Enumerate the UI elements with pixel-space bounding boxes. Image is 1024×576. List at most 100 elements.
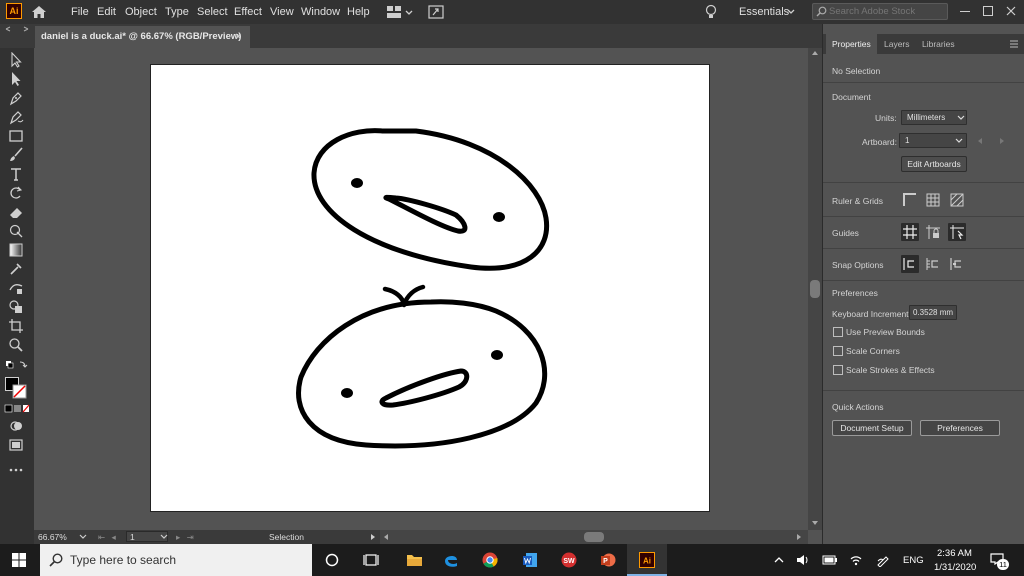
menu-help[interactable]: Help xyxy=(347,4,370,20)
search-input[interactable] xyxy=(829,4,945,19)
home-icon[interactable] xyxy=(31,5,47,19)
smart-guides-icon[interactable] xyxy=(948,223,966,241)
tab-layers[interactable]: Layers xyxy=(878,34,916,54)
show-guides-icon[interactable] xyxy=(901,223,919,241)
rotate-tool-icon[interactable] xyxy=(8,185,24,201)
clock-time[interactable]: 2:36 AM xyxy=(937,548,972,559)
rulers-icon[interactable] xyxy=(901,191,919,209)
scroll-left-icon[interactable] xyxy=(383,533,389,541)
scroll-up-icon[interactable] xyxy=(811,50,819,56)
menu-view[interactable]: View xyxy=(270,4,294,20)
menu-effect[interactable]: Effect xyxy=(234,4,262,20)
artboard-nav-prev[interactable]: ⇤ ◂ xyxy=(98,532,118,543)
powerpoint-app[interactable]: P xyxy=(588,544,628,576)
grid-icon[interactable] xyxy=(924,191,942,209)
lock-guides-icon[interactable] xyxy=(924,223,942,241)
volume-icon[interactable] xyxy=(796,553,810,567)
zoom-level[interactable]: 66.67% xyxy=(38,532,67,542)
puppet-warp-tool-icon[interactable] xyxy=(8,223,24,239)
horizontal-scroll-thumb[interactable] xyxy=(584,532,604,542)
artboard-tool-icon[interactable] xyxy=(8,318,24,334)
chevron-down-icon[interactable] xyxy=(787,9,795,15)
tab-properties[interactable]: Properties xyxy=(826,34,877,54)
document-setup-button[interactable]: Document Setup xyxy=(832,420,912,436)
maximize-button[interactable] xyxy=(983,6,993,16)
artboard[interactable] xyxy=(150,64,710,512)
keyboard-increment-field[interactable]: 0.3528 mm xyxy=(909,305,957,320)
zoom-dropdown-icon[interactable] xyxy=(79,534,87,540)
pen-workspace-icon[interactable] xyxy=(876,553,890,567)
paintbrush-tool-icon[interactable] xyxy=(8,147,24,163)
sw-app[interactable]: SW xyxy=(549,544,589,576)
edit-artboards-button[interactable]: Edit Artboards xyxy=(901,156,967,172)
workspace-switcher[interactable]: Essentials xyxy=(739,4,789,20)
clock-date[interactable]: 1/31/2020 xyxy=(934,562,976,573)
artboard-select[interactable]: 1 xyxy=(899,133,967,148)
default-colors-swap-icon[interactable] xyxy=(5,360,29,372)
panel-collapse-icon[interactable] xyxy=(4,26,30,32)
scroll-right-icon[interactable] xyxy=(796,533,802,541)
artboard-nav-next[interactable]: ▸ ⇥ xyxy=(176,532,196,543)
duck-drawing[interactable] xyxy=(151,65,711,513)
use-preview-bounds-checkbox[interactable] xyxy=(833,327,843,337)
panel-menu-icon[interactable] xyxy=(1009,40,1019,48)
chrome-browser-app[interactable] xyxy=(470,544,510,576)
artboard-dropdown-icon[interactable] xyxy=(160,534,168,540)
action-center-button[interactable]: 11 xyxy=(988,550,1010,570)
menu-window[interactable]: Window xyxy=(301,4,340,20)
menu-type[interactable]: Type xyxy=(165,4,189,20)
snap-to-point-icon[interactable] xyxy=(901,255,919,273)
edge-browser-app[interactable] xyxy=(431,544,471,576)
adobe-stock-search[interactable] xyxy=(812,3,948,20)
blend-tool-icon[interactable] xyxy=(8,280,24,296)
menu-file[interactable]: File xyxy=(71,4,89,20)
color-mode-icons[interactable] xyxy=(4,404,30,414)
selection-tool-icon[interactable] xyxy=(8,52,24,68)
artboard-arrows-icon[interactable] xyxy=(976,137,1006,145)
illustrator-app[interactable]: Ai xyxy=(627,544,667,576)
file-explorer-app[interactable] xyxy=(394,544,434,576)
snap-to-pixel-icon[interactable] xyxy=(948,255,966,273)
eyedropper-tool-icon[interactable] xyxy=(8,261,24,277)
draw-mode-icon[interactable] xyxy=(8,418,24,434)
rectangle-tool-icon[interactable] xyxy=(8,128,24,144)
discover-lightbulb-icon[interactable] xyxy=(705,4,717,20)
shape-builder-tool-icon[interactable] xyxy=(8,299,24,315)
cortana-icon[interactable] xyxy=(325,553,339,567)
menu-select[interactable]: Select xyxy=(197,4,228,20)
scroll-down-icon[interactable] xyxy=(811,520,819,526)
close-tab-icon[interactable]: × xyxy=(235,26,241,48)
eraser-tool-icon[interactable] xyxy=(8,204,24,220)
tab-libraries[interactable]: Libraries xyxy=(916,34,961,54)
stroke-color-swatch[interactable] xyxy=(12,384,27,399)
gpu-performance-icon[interactable] xyxy=(428,5,444,19)
document-tab[interactable]: daniel is a duck.ai* @ 66.67% (RGB/Previ… xyxy=(35,26,250,48)
word-app[interactable] xyxy=(510,544,550,576)
screen-mode-icon[interactable] xyxy=(8,437,24,453)
scale-corners-checkbox[interactable] xyxy=(833,346,843,356)
wifi-icon[interactable] xyxy=(849,553,863,567)
menu-object[interactable]: Object xyxy=(125,4,157,20)
input-language[interactable]: ENG xyxy=(903,555,924,566)
battery-icon[interactable] xyxy=(822,554,838,566)
pen-tool-icon[interactable] xyxy=(8,90,24,106)
vertical-scroll-thumb[interactable] xyxy=(810,280,820,298)
scale-strokes-effects-checkbox[interactable] xyxy=(833,365,843,375)
units-select[interactable]: Millimeters xyxy=(901,110,967,125)
menu-edit[interactable]: Edit xyxy=(97,4,116,20)
arrange-documents-icon[interactable] xyxy=(386,5,414,19)
show-hidden-icons-icon[interactable] xyxy=(774,556,784,564)
curvature-tool-icon[interactable] xyxy=(8,109,24,125)
type-tool-icon[interactable] xyxy=(8,166,24,182)
zoom-tool-icon[interactable] xyxy=(8,337,24,353)
direct-selection-tool-icon[interactable] xyxy=(8,71,24,87)
close-window-icon[interactable] xyxy=(1006,6,1016,16)
gradient-tool-icon[interactable] xyxy=(8,242,24,258)
task-view-icon[interactable] xyxy=(363,553,379,567)
windows-start-icon[interactable] xyxy=(12,553,26,567)
minimize-button[interactable] xyxy=(960,11,970,12)
status-menu-icon[interactable] xyxy=(370,533,376,541)
preferences-button[interactable]: Preferences xyxy=(920,420,1000,436)
transparency-grid-icon[interactable] xyxy=(948,191,966,209)
snap-to-grid-icon[interactable] xyxy=(924,255,942,273)
